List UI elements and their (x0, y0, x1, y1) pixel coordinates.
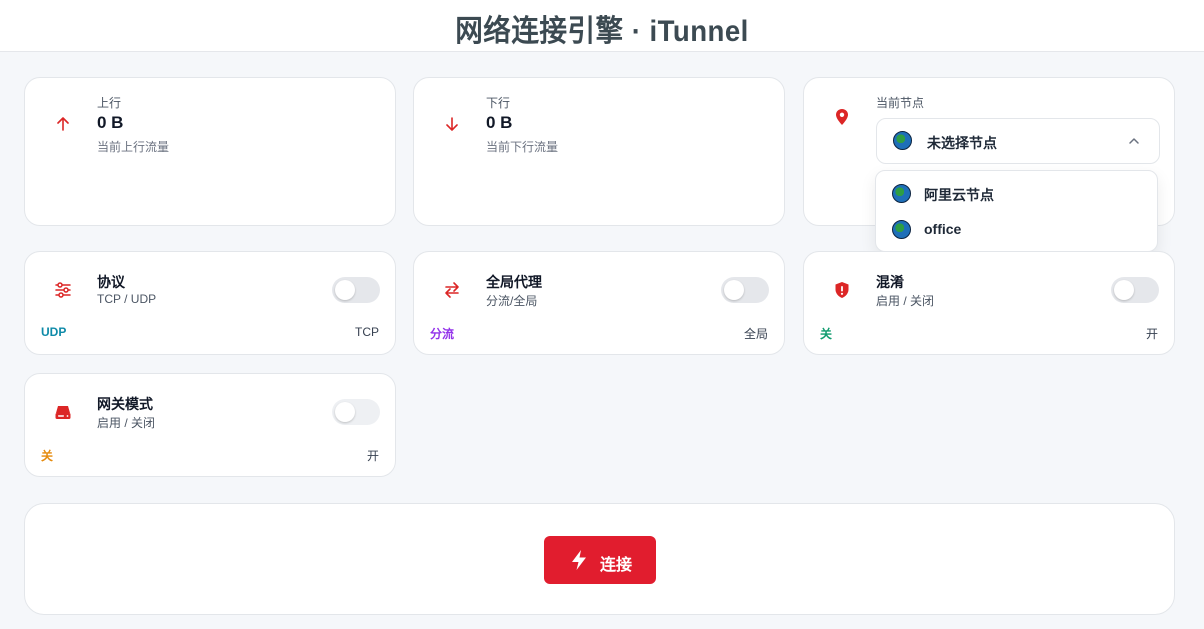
globe-icon (892, 184, 911, 203)
node-label: 当前节点 (876, 96, 925, 110)
obfuscation-left-label: 关 (820, 327, 833, 341)
protocol-sub: TCP / UDP (97, 292, 157, 306)
protocol-toggle[interactable] (332, 277, 380, 303)
arrow-up-icon (57, 117, 69, 131)
toggle-knob (335, 280, 355, 300)
protocol-left-label: UDP (41, 325, 67, 339)
global-proxy-card: 全局代理 分流/全局 分流 全局 (413, 251, 785, 355)
gateway-left-label: 关 (41, 449, 54, 463)
app-title: 网络连接引擎 · iTunnel (455, 15, 749, 48)
global-proxy-toggle[interactable] (721, 277, 769, 303)
toggle-knob (1114, 280, 1134, 300)
obfuscation-title: 混淆 (876, 274, 904, 290)
router-icon (55, 406, 71, 419)
global-proxy-right-label: 全局 (743, 327, 768, 341)
gateway-title: 网关模式 (97, 396, 153, 412)
protocol-title: 协议 (97, 274, 125, 290)
gateway-sub: 启用 / 关闭 (97, 416, 156, 430)
protocol-right-label: TCP (355, 325, 379, 339)
connect-button[interactable]: 连接 (544, 536, 656, 584)
node-option[interactable]: office (876, 211, 1157, 247)
upload-label: 上行 (97, 96, 122, 110)
obfuscation-sub: 启用 / 关闭 (876, 294, 935, 308)
gateway-card: 网关模式 启用 / 关闭 关 开 (24, 373, 396, 477)
upload-value: 0 B (97, 113, 124, 132)
globe-icon (893, 131, 912, 150)
node-option-label: 阿里云节点 (924, 187, 994, 203)
connect-label: 连接 (600, 557, 633, 574)
connect-card: 连接 (24, 503, 1175, 615)
chevron-up-icon (1129, 138, 1139, 144)
upload-card: 上行 0 B 当前上行流量 (24, 77, 396, 226)
toggle-knob (335, 402, 355, 422)
download-card: 下行 0 B 当前下行流量 (413, 77, 785, 226)
app-header: 网络连接引擎 · iTunnel (0, 0, 1204, 52)
download-sub: 当前下行流量 (486, 140, 559, 154)
obfuscation-right-label: 开 (1145, 327, 1158, 341)
gateway-right-label: 开 (366, 449, 379, 463)
lightning-icon (572, 550, 586, 570)
location-pin-icon (836, 109, 848, 125)
swap-arrows-icon (445, 282, 459, 298)
arrow-down-icon (446, 117, 458, 131)
shield-alert-icon (835, 282, 849, 298)
global-proxy-sub: 分流/全局 (486, 294, 538, 308)
download-value: 0 B (486, 113, 513, 132)
global-proxy-title: 全局代理 (486, 274, 542, 290)
obfuscation-card: 混淆 启用 / 关闭 关 开 (803, 251, 1175, 355)
node-option[interactable]: 阿里云节点 (876, 175, 1157, 211)
globe-icon (892, 220, 911, 239)
obfuscation-toggle[interactable] (1111, 277, 1159, 303)
gateway-toggle[interactable] (332, 399, 380, 425)
sliders-icon (55, 282, 71, 298)
node-option-label: office (924, 221, 962, 237)
node-dropdown: 阿里云节点 office (875, 170, 1158, 252)
node-select[interactable]: 未选择节点 (876, 118, 1160, 164)
global-proxy-left-label: 分流 (430, 327, 455, 341)
download-label: 下行 (486, 96, 511, 110)
node-selected-text: 未选择节点 (927, 135, 997, 151)
upload-sub: 当前上行流量 (97, 140, 170, 154)
protocol-card: 协议 TCP / UDP UDP TCP (24, 251, 396, 355)
toggle-knob (724, 280, 744, 300)
